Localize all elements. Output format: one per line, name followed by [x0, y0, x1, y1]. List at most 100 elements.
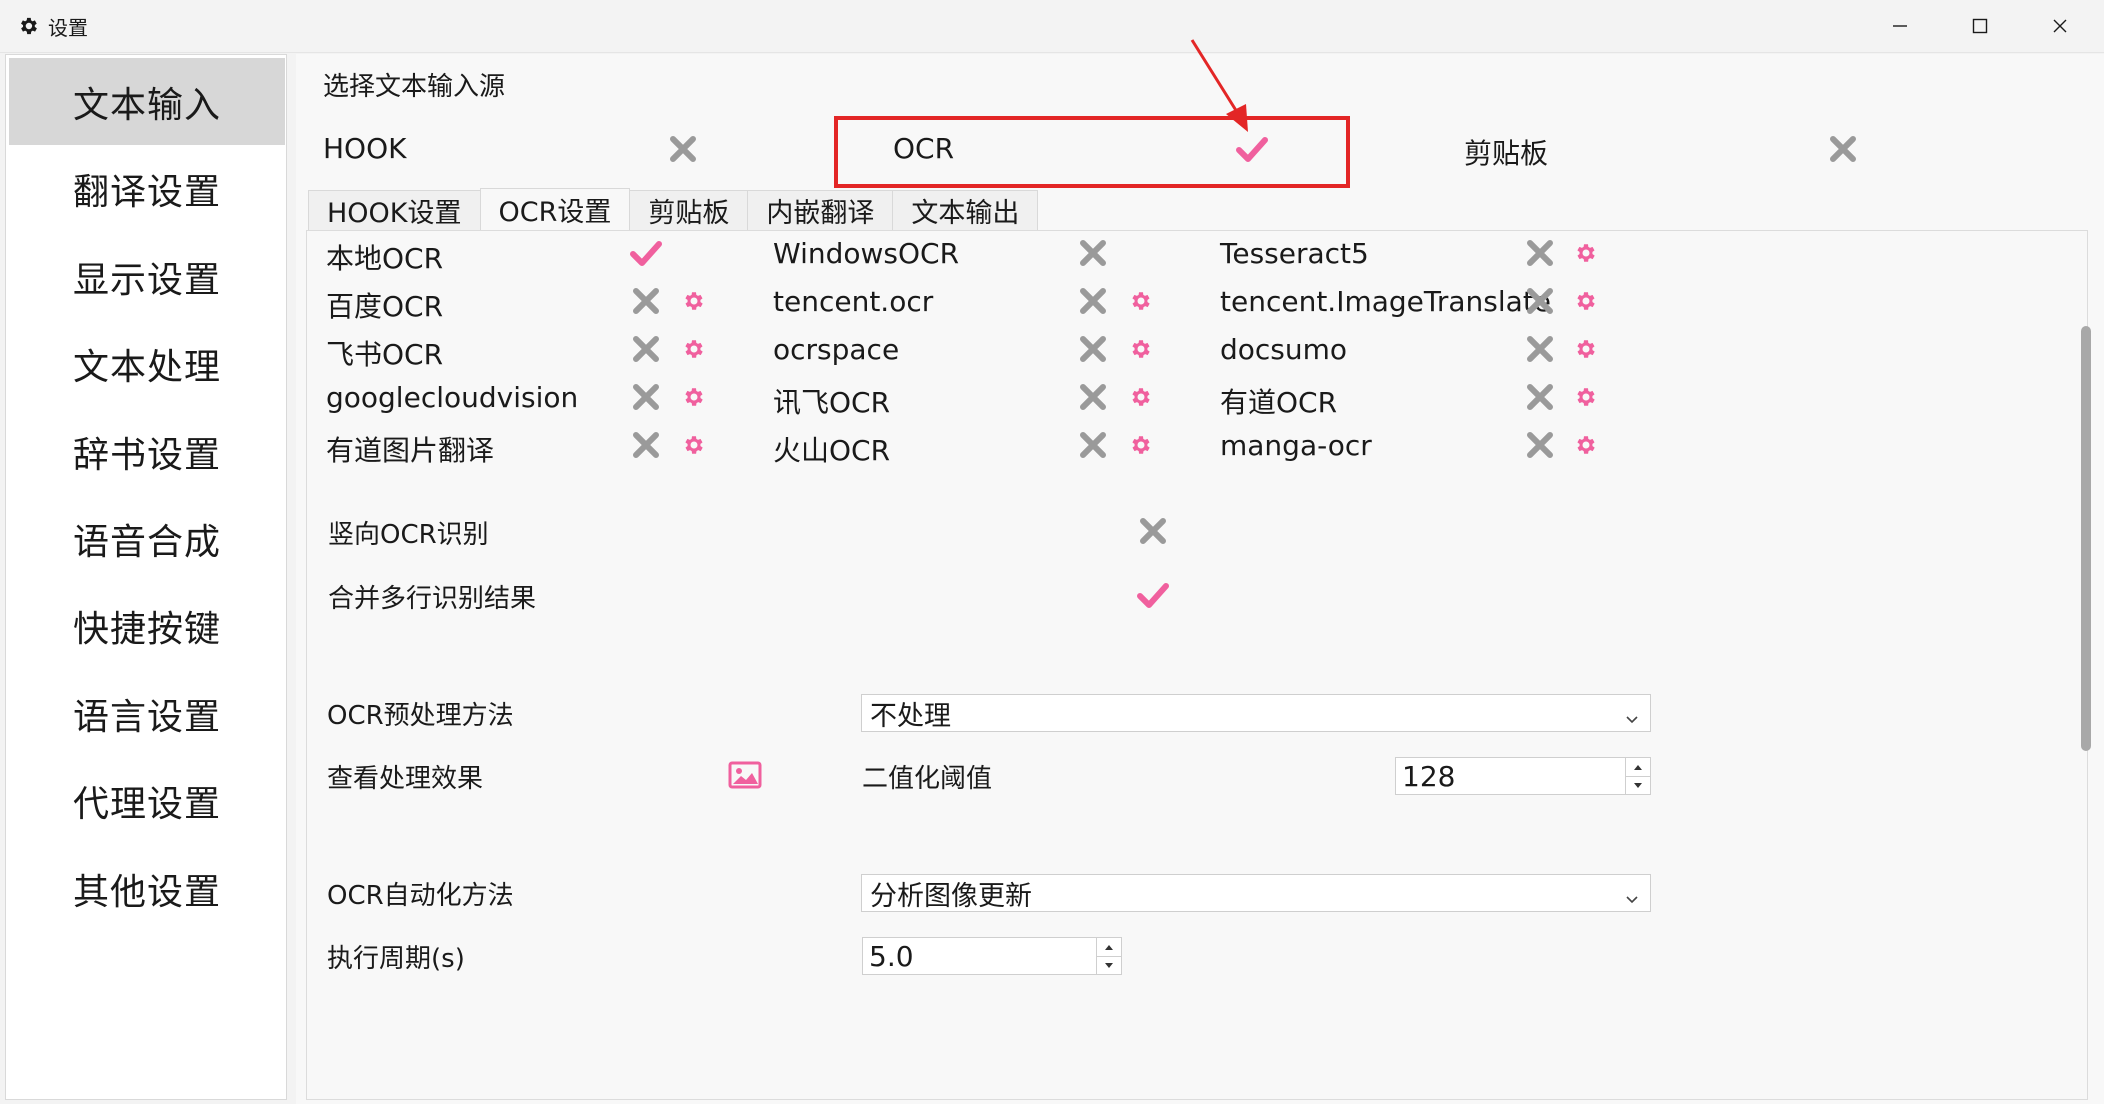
maximize-icon [1972, 18, 1988, 34]
gear-icon[interactable] [675, 331, 711, 367]
gear-icon[interactable] [1567, 379, 1603, 415]
ocr-engine-toggle[interactable] [1522, 379, 1558, 415]
sidebar-item-tts[interactable]: 语音合成 [6, 495, 288, 582]
window-title: 设置 [48, 15, 88, 40]
ocr-engine-label: 有道图片翻译 [326, 434, 495, 467]
cross-icon [1080, 240, 1106, 266]
minimize-icon [1893, 25, 1907, 27]
sidebar-item-proxy[interactable]: 代理设置 [6, 757, 288, 844]
gear-icon[interactable] [1567, 331, 1603, 367]
ocr-engine-toggle[interactable] [628, 427, 664, 463]
source-toggle-clipboard[interactable] [1825, 131, 1861, 167]
ocr-settings-panel: 本地OCR WindowsOCR Tesseract5 百度OCR tencent.oc… [306, 230, 2091, 1100]
sidebar-item-dictionary[interactable]: 辞书设置 [6, 408, 288, 495]
merge-lines-label: 合并多行识别结果 [328, 584, 537, 614]
ocr-engine-toggle[interactable] [628, 235, 664, 271]
gear-icon[interactable] [1122, 427, 1158, 463]
sidebar-item-other[interactable]: 其他设置 [6, 845, 288, 932]
gear-icon[interactable] [1122, 331, 1158, 367]
sidebar-item-display[interactable]: 显示设置 [6, 233, 288, 320]
ocr-engine-label: tencent.ImageTranslate [1220, 285, 1552, 318]
cross-icon [1527, 336, 1553, 362]
spin-down-icon[interactable] [1626, 776, 1650, 795]
auto-method-select[interactable]: 分析图像更新 [861, 874, 1651, 912]
chevron-down-icon [1624, 883, 1640, 914]
ocr-engine-label: 讯飞OCR [773, 386, 891, 419]
auto-method-label: OCR自动化方法 [327, 881, 514, 911]
period-spinbox[interactable]: 5.0 [862, 937, 1122, 975]
merge-lines-toggle[interactable] [1135, 577, 1171, 613]
sidebar-item-language[interactable]: 语言设置 [6, 670, 288, 757]
image-icon[interactable] [727, 757, 763, 793]
ocr-engine-label: manga-ocr [1220, 429, 1372, 462]
gear-icon[interactable] [1567, 283, 1603, 319]
spin-up-icon[interactable] [1097, 938, 1121, 956]
vertical-ocr-toggle[interactable] [1135, 513, 1171, 549]
spin-up-icon[interactable] [1626, 758, 1650, 776]
gear-icon[interactable] [1567, 235, 1603, 271]
cross-icon [1080, 288, 1106, 314]
tab-hook-settings[interactable]: HOOK设置 [308, 190, 481, 230]
sidebar-item-hotkeys[interactable]: 快捷按键 [6, 582, 288, 669]
minimize-button[interactable] [1860, 0, 1940, 52]
ocr-engine-toggle[interactable] [1522, 427, 1558, 463]
maximize-button[interactable] [1940, 0, 2020, 52]
ocr-engine-toggle[interactable] [1075, 331, 1111, 367]
preprocess-select[interactable]: 不处理 [861, 694, 1651, 732]
gear-icon[interactable] [1122, 379, 1158, 415]
vertical-ocr-label: 竖向OCR识别 [328, 520, 489, 550]
cross-icon [1527, 432, 1553, 458]
ocr-engine-label: 有道OCR [1220, 386, 1338, 419]
ocr-engine-toggle[interactable] [1075, 235, 1111, 271]
preprocess-label: OCR预处理方法 [327, 701, 514, 731]
preprocess-value: 不处理 [870, 700, 951, 732]
tab-embedded-translate[interactable]: 内嵌翻译 [747, 190, 894, 230]
spin-down-icon[interactable] [1097, 956, 1121, 975]
ocr-engine-label: 飞书OCR [326, 338, 444, 371]
sidebar-item-translate[interactable]: 翻译设置 [6, 145, 288, 232]
sidebar-item-text-process[interactable]: 文本处理 [6, 320, 288, 407]
cross-icon [633, 432, 659, 458]
tab-text-output[interactable]: 文本输出 [892, 190, 1039, 230]
ocr-engine-toggle[interactable] [1075, 427, 1111, 463]
ocr-engine-toggle[interactable] [1075, 379, 1111, 415]
gear-icon[interactable] [675, 427, 711, 463]
cross-icon [1080, 432, 1106, 458]
gear-icon [16, 14, 40, 38]
annotation-arrow [1190, 39, 1248, 132]
scrollbar-thumb[interactable] [2081, 326, 2091, 751]
auto-method-value: 分析图像更新 [870, 880, 1032, 912]
ocr-engine-toggle[interactable] [1522, 283, 1558, 319]
ocr-engine-label: Tesseract5 [1220, 237, 1369, 270]
ocr-engine-toggle[interactable] [628, 379, 664, 415]
gear-icon[interactable] [1567, 427, 1603, 463]
source-toggle-hook[interactable] [665, 131, 701, 167]
source-heading: 选择文本输入源 [323, 72, 506, 102]
close-button[interactable] [2020, 0, 2100, 52]
vertical-scrollbar[interactable] [2079, 236, 2093, 1091]
ocr-engine-toggle[interactable] [1075, 283, 1111, 319]
cross-icon [633, 336, 659, 362]
threshold-label: 二值化阈值 [862, 764, 993, 794]
ocr-engine-toggle[interactable] [628, 331, 664, 367]
period-label: 执行周期(s) [327, 944, 465, 974]
period-value: 5.0 [869, 939, 914, 973]
cross-icon [633, 288, 659, 314]
threshold-spinbox[interactable]: 128 [1395, 757, 1651, 795]
ocr-engine-toggle[interactable] [1522, 331, 1558, 367]
view-effect-label: 查看处理效果 [327, 764, 484, 794]
check-icon [630, 241, 662, 266]
ocr-engine-label: ocrspace [773, 333, 900, 366]
cross-icon [670, 136, 696, 162]
sidebar-item-text-input[interactable]: 文本输入 [9, 58, 285, 145]
gear-icon[interactable] [675, 283, 711, 319]
ocr-engine-toggle[interactable] [1522, 235, 1558, 271]
tab-ocr-settings[interactable]: OCR设置 [479, 188, 631, 230]
gear-icon[interactable] [675, 379, 711, 415]
ocr-engine-toggle[interactable] [628, 283, 664, 319]
source-label-hook: HOOK [323, 132, 407, 165]
tab-clipboard[interactable]: 剪贴板 [629, 190, 749, 230]
chevron-down-icon [1624, 703, 1640, 734]
gear-icon[interactable] [1122, 283, 1158, 319]
close-icon [2053, 19, 2067, 33]
